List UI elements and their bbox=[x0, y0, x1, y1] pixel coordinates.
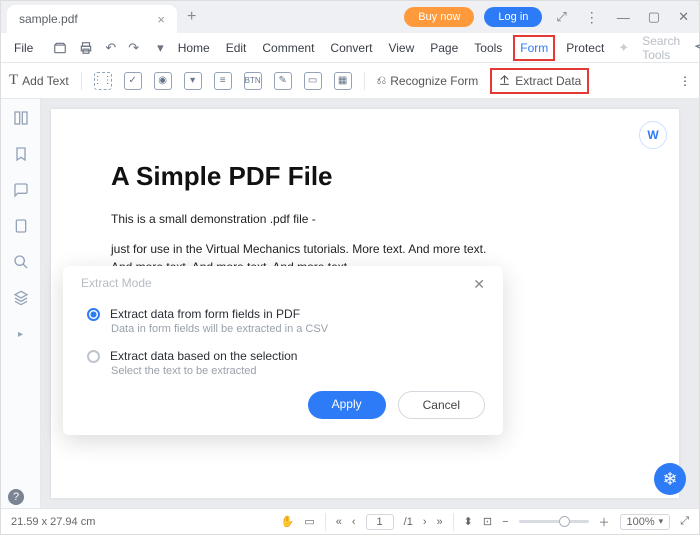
first-page-icon[interactable]: « bbox=[336, 516, 342, 528]
open-icon[interactable] bbox=[50, 41, 70, 55]
image-field-icon[interactable]: ▭ bbox=[304, 72, 322, 90]
prev-page-icon[interactable]: ‹ bbox=[352, 516, 356, 528]
option-1-label: Extract data from form fields in PDF bbox=[110, 307, 300, 321]
new-tab-button[interactable]: + bbox=[177, 8, 206, 26]
cancel-button[interactable]: Cancel bbox=[398, 391, 485, 419]
minimize-icon[interactable]: — bbox=[613, 10, 634, 25]
add-text-label: Add Text bbox=[22, 74, 68, 88]
menu-comment[interactable]: Comment bbox=[257, 37, 319, 59]
page-input[interactable]: 1 bbox=[366, 514, 394, 530]
fullscreen-icon[interactable]: ⤢ bbox=[680, 515, 689, 528]
form-toolbar: T Add Text ⋮⋮ ✓ ◉ ▾ ≡ BTN ✎ ▭ ▦ ⎌ Recogn… bbox=[1, 63, 699, 99]
menu-tools[interactable]: Tools bbox=[469, 37, 507, 59]
comment-panel-icon[interactable] bbox=[12, 181, 30, 199]
add-text-tool[interactable]: T Add Text bbox=[9, 72, 69, 89]
text-icon: T bbox=[9, 72, 18, 89]
button-field-icon[interactable]: BTN bbox=[244, 72, 262, 90]
option-2-label: Extract data based on the selection bbox=[110, 349, 297, 363]
menu-convert[interactable]: Convert bbox=[325, 37, 377, 59]
menu-protect[interactable]: Protect bbox=[561, 37, 609, 59]
zoom-slider[interactable] bbox=[519, 520, 589, 523]
left-sidebar: ▸ bbox=[1, 99, 41, 508]
option-form-fields[interactable]: Extract data from form fields in PDF bbox=[87, 307, 485, 321]
zoom-out-icon[interactable]: − bbox=[502, 516, 508, 528]
fit-width-icon[interactable]: ⬍ bbox=[464, 515, 473, 528]
close-tab-icon[interactable]: × bbox=[157, 12, 165, 27]
search-panel-icon[interactable] bbox=[12, 253, 30, 271]
thumbnails-icon[interactable] bbox=[12, 109, 30, 127]
undo-icon[interactable]: ↶ bbox=[102, 40, 119, 56]
radio-field-icon[interactable]: ◉ bbox=[154, 72, 172, 90]
bookmark-icon[interactable] bbox=[12, 145, 30, 163]
select-tool-icon[interactable]: ▭ bbox=[304, 515, 314, 528]
menu-edit[interactable]: Edit bbox=[221, 37, 252, 59]
document-tab[interactable]: sample.pdf × bbox=[7, 5, 177, 33]
redo-icon[interactable]: ↷ bbox=[125, 40, 142, 56]
next-page-icon[interactable]: › bbox=[423, 516, 427, 528]
menu-form[interactable]: Form bbox=[513, 35, 555, 61]
list-field-icon[interactable]: ≡ bbox=[214, 72, 232, 90]
last-page-icon[interactable]: » bbox=[437, 516, 443, 528]
zoom-dropdown[interactable]: 100% ▾ bbox=[620, 514, 671, 530]
convert-word-badge[interactable]: W bbox=[639, 121, 667, 149]
radio-unselected-icon[interactable] bbox=[87, 350, 100, 363]
send-icon[interactable] bbox=[692, 41, 700, 55]
zoom-in-icon[interactable]: ＋ bbox=[599, 514, 610, 530]
menu-file[interactable]: File bbox=[9, 37, 38, 59]
checkbox-field-icon[interactable]: ✓ bbox=[124, 72, 142, 90]
maximize-icon[interactable]: ▢ bbox=[644, 9, 664, 25]
fit-page-icon[interactable]: ⊡ bbox=[483, 515, 492, 528]
extract-data-tool[interactable]: Extract Data bbox=[490, 68, 589, 94]
date-field-icon[interactable]: ▦ bbox=[334, 72, 352, 90]
recognize-form-label: Recognize Form bbox=[390, 74, 478, 88]
dropdown-icon[interactable]: ▾ bbox=[154, 40, 167, 56]
paragraph-1: This is a small demonstration .pdf file … bbox=[111, 210, 501, 228]
upload-icon bbox=[498, 73, 511, 89]
attachment-icon[interactable] bbox=[12, 217, 30, 235]
search-tools-input[interactable]: Search Tools bbox=[642, 34, 680, 62]
radio-selected-icon[interactable] bbox=[87, 308, 100, 321]
zoom-value: 100% bbox=[627, 516, 655, 528]
page-title: A Simple PDF File bbox=[111, 161, 619, 192]
floating-action-button[interactable]: ❄ bbox=[654, 463, 686, 495]
wand-icon[interactable]: ✦ bbox=[615, 40, 632, 56]
hand-tool-icon[interactable]: ✋ bbox=[281, 515, 295, 528]
dropdown-field-icon[interactable]: ▾ bbox=[184, 72, 202, 90]
sidebar-expand-icon[interactable]: ▸ bbox=[12, 325, 30, 343]
option-1-sublabel: Data in form fields will be extracted in… bbox=[111, 323, 485, 335]
main-menubar: File ↶ ↷ ▾ Home Edit Comment Convert Vie… bbox=[1, 33, 699, 63]
extract-data-label: Extract Data bbox=[515, 74, 581, 88]
help-icon[interactable]: ? bbox=[8, 489, 24, 505]
signature-field-icon[interactable]: ✎ bbox=[274, 72, 292, 90]
text-field-icon[interactable]: ⋮⋮ bbox=[94, 72, 112, 90]
status-bar: 21.59 x 27.94 cm ✋ ▭ « ‹ 1 /1 › » ⬍ ⊡ − … bbox=[1, 508, 699, 534]
recognize-form-tool[interactable]: ⎌ Recognize Form bbox=[377, 73, 479, 88]
dialog-title: Extract Mode bbox=[81, 276, 152, 293]
titlebar: sample.pdf × + Buy now Log in ⤢ ⋮ — ▢ ✕ bbox=[1, 1, 699, 33]
option-2-sublabel: Select the text to be extracted bbox=[111, 365, 485, 377]
extract-mode-dialog: Extract Mode ✕ Extract data from form fi… bbox=[63, 266, 503, 435]
apply-button[interactable]: Apply bbox=[308, 391, 386, 419]
menu-page[interactable]: Page bbox=[425, 37, 463, 59]
tab-title: sample.pdf bbox=[19, 12, 78, 26]
login-button[interactable]: Log in bbox=[484, 7, 542, 27]
close-window-icon[interactable]: ✕ bbox=[674, 9, 693, 25]
chevron-down-icon: ▾ bbox=[659, 516, 664, 527]
menu-home[interactable]: Home bbox=[173, 37, 215, 59]
kebab-menu-icon[interactable]: ⋮ bbox=[581, 15, 603, 19]
print-icon[interactable] bbox=[76, 41, 96, 55]
dialog-close-icon[interactable]: ✕ bbox=[473, 276, 485, 293]
recognize-icon: ⎌ bbox=[377, 73, 387, 88]
page-total: /1 bbox=[404, 516, 413, 528]
layers-icon[interactable] bbox=[12, 289, 30, 307]
expand-icon[interactable]: ⤢ bbox=[552, 9, 570, 25]
option-selection[interactable]: Extract data based on the selection bbox=[87, 349, 485, 363]
more-tools-icon[interactable]: ⋮ bbox=[679, 74, 691, 88]
page-dimensions: 21.59 x 27.94 cm bbox=[11, 516, 95, 528]
buy-now-button[interactable]: Buy now bbox=[404, 7, 474, 27]
menu-view[interactable]: View bbox=[383, 37, 419, 59]
